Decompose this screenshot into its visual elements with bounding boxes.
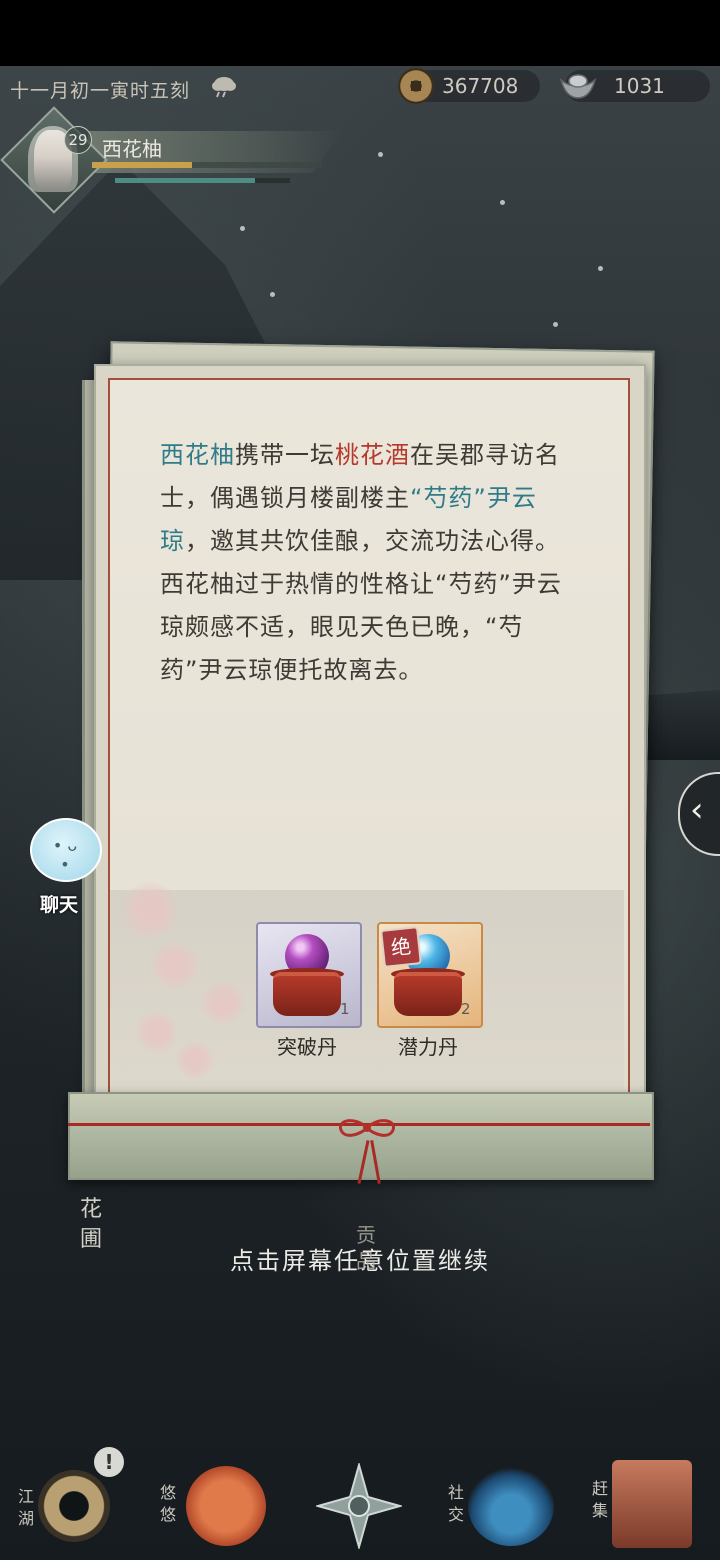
- garden-sign[interactable]: 花圃: [80, 1195, 104, 1255]
- cloud-icon: [212, 77, 236, 98]
- straw-hat-icon: [38, 1470, 110, 1542]
- nav-label-jianghu: 江湖: [18, 1487, 35, 1528]
- snowflake: [500, 200, 505, 205]
- blossom-decoration: [175, 1040, 215, 1080]
- offering-sign[interactable]: 贡品: [356, 1222, 380, 1274]
- blossom-decoration: [150, 940, 200, 990]
- character-level-badge: 29: [64, 126, 92, 154]
- reward-item-count: 2: [461, 1000, 471, 1018]
- coin-hole: [411, 81, 421, 91]
- chat-label[interactable]: 聊天: [40, 890, 78, 917]
- nav-label-social: 社交: [448, 1483, 465, 1524]
- blossom-decoration: [135, 1010, 179, 1054]
- snowflake: [378, 152, 383, 157]
- silver-ingot-icon: [559, 74, 597, 99]
- chevron-left-icon: ‹: [690, 790, 704, 830]
- compass-star-icon[interactable]: [316, 1463, 402, 1549]
- nav-label-market: 赶集: [592, 1479, 609, 1520]
- alert-icon: !: [94, 1447, 124, 1477]
- nav-label-youyou: 悠悠: [160, 1483, 177, 1524]
- reward-item-count: 1: [340, 1000, 350, 1018]
- snowflake: [598, 266, 603, 271]
- red-jar-icon: [394, 972, 462, 1016]
- blossom-decoration: [200, 980, 246, 1026]
- red-jar-icon: [273, 972, 341, 1016]
- treasure-box-icon: [612, 1460, 692, 1548]
- blossom-decoration: [120, 880, 180, 940]
- wave-icon: [468, 1466, 554, 1546]
- story-segment: 桃花酒: [335, 441, 410, 469]
- rarity-jue-badge: 绝: [380, 926, 422, 968]
- snowflake: [240, 226, 245, 231]
- reward-item-name: 潜力丹: [398, 1035, 458, 1059]
- snowflake: [553, 322, 558, 327]
- system-status-bar: [0, 0, 720, 66]
- experience-bar-fill: [92, 162, 192, 168]
- story-segment: 西花柚: [160, 441, 235, 469]
- snowflake: [270, 292, 275, 297]
- event-story-text: 西花柚携带一坛桃花酒在吴郡寻访名士，偶遇锁月楼副楼主“芍药”尹云琼，邀其共饮佳酿…: [160, 434, 565, 692]
- smiley-icon: • ᴗ •: [52, 836, 78, 874]
- story-segment: ，邀其共饮佳酿，交流功法心得。西花柚过于热情的性格让“芍药”尹云琼颇感不适，眼见…: [160, 527, 562, 684]
- reward-item-name: 突破丹: [277, 1035, 337, 1059]
- stamina-bar-fill: [115, 178, 255, 183]
- silver-value: 1031: [614, 74, 665, 98]
- crane-sun-icon: [186, 1466, 266, 1546]
- copper-coin-value: 367708: [442, 74, 519, 98]
- story-segment: 携带一坛: [235, 441, 335, 469]
- game-date-time: 十一月初一寅时五刻: [10, 80, 191, 102]
- character-name: 西花柚: [102, 137, 162, 161]
